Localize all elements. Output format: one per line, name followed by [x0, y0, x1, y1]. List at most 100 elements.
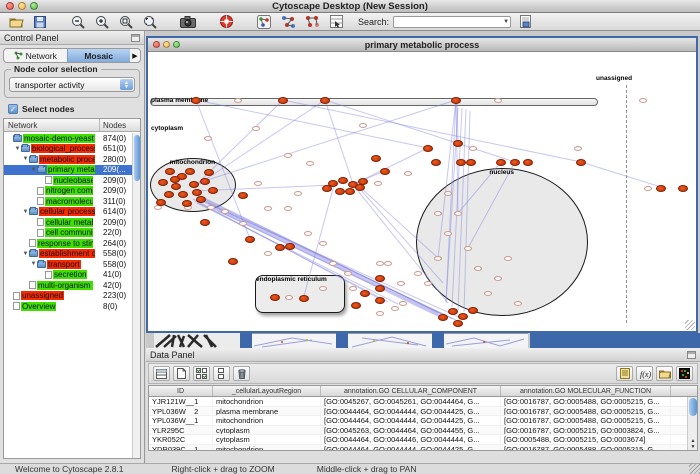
zoom-in-icon[interactable] [92, 14, 112, 30]
gene-node[interactable] [204, 169, 214, 176]
gene-node[interactable] [510, 159, 520, 166]
gene-node[interactable] [351, 302, 361, 309]
gene-node[interactable] [275, 244, 285, 251]
network-canvas[interactable]: plasma membranecytoplasmmitochondrionnuc… [148, 53, 696, 331]
gene-node[interactable] [245, 236, 255, 243]
gene-node[interactable] [165, 168, 175, 175]
gene-node-small[interactable] [434, 256, 442, 261]
attribute-matrix-icon[interactable] [213, 366, 230, 381]
table-row[interactable]: YJR121W__1mitochondrion[GO:0045267, GO:0… [149, 397, 697, 407]
snapshot-icon[interactable] [178, 14, 198, 30]
gene-node[interactable] [228, 258, 238, 265]
background-window-sliver[interactable] [240, 333, 252, 348]
gene-node-small[interactable] [514, 301, 522, 306]
gene-node[interactable] [576, 159, 586, 166]
zoom-fit-icon[interactable] [140, 14, 160, 30]
gene-node-small[interactable] [404, 171, 412, 176]
gene-node-small[interactable] [204, 136, 212, 141]
background-window-sliver[interactable] [530, 333, 700, 348]
tree-row[interactable]: unassigned223(0) [4, 291, 132, 302]
float-panel-icon[interactable] [687, 351, 696, 359]
network-overlay-icon[interactable] [302, 14, 322, 30]
tree-row[interactable]: macromolecule311(0) [4, 196, 132, 207]
gene-node[interactable] [466, 159, 476, 166]
tree-expand-icon[interactable]: ▼ [22, 156, 29, 162]
gene-node[interactable] [200, 178, 210, 185]
gene-node[interactable] [438, 314, 448, 321]
tab-overflow-arrow-icon[interactable]: ▶ [130, 52, 140, 60]
table-scroll-thumb[interactable] [689, 398, 697, 416]
close-button[interactable] [6, 2, 14, 10]
gene-node-small[interactable] [384, 261, 392, 266]
attribute-selection-icon[interactable] [193, 366, 210, 381]
gene-node-small[interactable] [319, 241, 327, 246]
import-table-icon[interactable] [326, 14, 346, 30]
float-panel-icon[interactable] [131, 34, 140, 42]
tree-row[interactable]: cell communicat22(0) [4, 228, 132, 239]
gene-node[interactable] [208, 187, 218, 194]
minimize-button[interactable] [18, 2, 26, 10]
gene-node[interactable] [453, 140, 463, 147]
gene-node-small[interactable] [294, 191, 302, 196]
background-window-sliver[interactable] [252, 333, 336, 348]
tree-row[interactable]: ▼transport558(0) [4, 259, 132, 270]
table-column-header[interactable]: annotation.GO CELLULAR_COMPONENT [321, 386, 501, 396]
gene-node[interactable] [451, 97, 461, 104]
table-scroll-arrows-icon[interactable]: ▲▼ [688, 438, 698, 450]
gene-node[interactable] [338, 177, 348, 184]
gene-node-small[interactable] [221, 209, 229, 214]
gene-node-small[interactable] [306, 161, 314, 166]
search-dropdown-icon[interactable]: ▼ [503, 19, 509, 25]
gene-node[interactable] [170, 176, 180, 183]
gene-node[interactable] [375, 275, 385, 282]
gene-node[interactable] [182, 200, 192, 207]
tree-row[interactable]: multi-organism pro42(0) [4, 280, 132, 291]
gene-node-small[interactable] [444, 191, 452, 196]
tree-row[interactable]: cellular metabol209(0) [4, 217, 132, 228]
tree-row[interactable]: response to stimulu264(0) [4, 238, 132, 249]
matrix-view-icon[interactable] [676, 366, 693, 381]
gene-node-small[interactable] [252, 126, 260, 131]
gene-node-small[interactable] [399, 301, 407, 306]
gene-node-small[interactable] [644, 186, 652, 191]
gene-node-small[interactable] [344, 271, 352, 276]
resize-grip-icon[interactable] [689, 463, 700, 474]
table-row[interactable]: YLR295Ccytoplasm[GO:0045263, GO:0044464,… [149, 426, 697, 436]
table-column-header[interactable]: _cellularLayoutRegion [213, 386, 321, 396]
gene-node[interactable] [448, 308, 458, 315]
window-controls[interactable] [6, 2, 38, 10]
tree-row[interactable]: ▼biological_process651(0) [4, 144, 132, 155]
gene-node-small[interactable] [464, 246, 472, 251]
tree-expand-icon[interactable]: ▼ [22, 251, 29, 257]
gene-node[interactable] [360, 290, 370, 297]
gene-node[interactable] [200, 219, 210, 226]
gene-node[interactable] [156, 199, 166, 206]
gene-node[interactable] [431, 159, 441, 166]
gene-node[interactable] [656, 185, 666, 192]
gene-node-small[interactable] [474, 266, 482, 271]
tree-row[interactable]: ▼primary metabolic209(... [4, 165, 132, 176]
gene-node[interactable] [196, 196, 206, 203]
gene-node-small[interactable] [284, 153, 292, 158]
gene-node[interactable] [278, 97, 288, 104]
gene-node-small[interactable] [484, 291, 492, 296]
gene-node[interactable] [185, 168, 195, 175]
gene-node[interactable] [358, 178, 368, 185]
gene-node-small[interactable] [574, 146, 582, 151]
minimize-icon[interactable] [163, 41, 170, 48]
open-icon[interactable] [6, 14, 26, 30]
tree-row[interactable]: ▼cellular process614(0) [4, 207, 132, 218]
notes-icon[interactable] [616, 366, 633, 381]
search-input[interactable] [393, 16, 511, 28]
table-row[interactable]: YPL036W__2plasma membrane[GO:0044464, GO… [149, 407, 697, 417]
gene-node-small[interactable] [254, 181, 262, 186]
tree-expand-icon[interactable]: ▼ [30, 167, 37, 173]
network-window-controls[interactable] [153, 41, 180, 48]
gene-node[interactable] [375, 285, 385, 292]
gene-node[interactable] [456, 159, 466, 166]
function-builder-icon[interactable]: f(x) [636, 366, 653, 381]
table-column-header[interactable]: ID [149, 386, 213, 396]
tree-row[interactable]: Overview8(0) [4, 301, 132, 312]
background-window-sliver[interactable] [336, 333, 348, 348]
gene-node-small[interactable] [469, 146, 477, 151]
